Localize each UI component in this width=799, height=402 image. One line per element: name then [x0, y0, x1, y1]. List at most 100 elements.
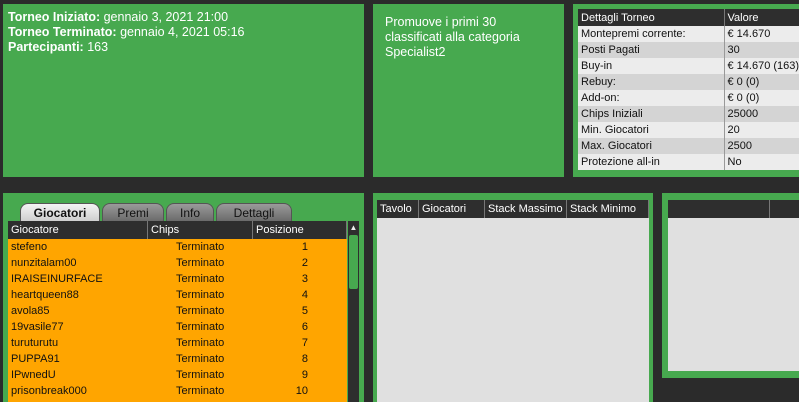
player-chips: Terminato [176, 337, 225, 349]
details-label: Montepremi corrente: [578, 26, 725, 42]
details-value: € 0 (0) [724, 90, 799, 106]
tab-info[interactable]: Info [166, 203, 214, 221]
column-header-player[interactable]: Giocatore [8, 221, 148, 239]
details-row: Rebuy: € 0 (0) [578, 74, 799, 90]
details-value: No [724, 154, 799, 170]
details-label: Rebuy: [578, 74, 725, 90]
scroll-up-arrow-icon[interactable]: ▲ [348, 223, 359, 233]
player-name: turuturutu [11, 337, 59, 349]
column-header-min-stack[interactable]: Stack Minimo [567, 200, 649, 218]
player-position: 6 [301, 321, 308, 333]
details-row: Min. Giocatori 20 [578, 122, 799, 138]
player-chips: Terminato [176, 241, 225, 253]
details-row: Chips Iniziali 25000 [578, 106, 799, 122]
details-label: Max. Giocatori [578, 138, 725, 154]
players-panel: Giocatori Premi Info Dettagli Giocatore … [3, 193, 364, 402]
player-chips: Terminato [176, 257, 225, 269]
scroll-thumb[interactable] [349, 235, 358, 289]
player-row[interactable]: IPwnedU Terminato 9 [8, 367, 347, 383]
tournament-end-line: Torneo Terminato: gennaio 4, 2021 05:16 [8, 25, 245, 39]
player-position: 5 [301, 305, 308, 317]
player-chips: Terminato [176, 353, 225, 365]
tables-table: Tavolo Giocatori Stack Massimo Stack Min… [377, 200, 649, 402]
details-value: 20 [724, 122, 799, 138]
section-divider [0, 180, 799, 192]
player-chips: Terminato [176, 273, 225, 285]
details-value: € 14.670 [724, 26, 799, 42]
promotion-panel: Promuove i primi 30 classificati alla ca… [373, 4, 564, 177]
player-chips: Terminato [176, 369, 225, 381]
details-header-value[interactable]: Valore [724, 9, 799, 26]
details-label: Add-on: [578, 90, 725, 106]
player-chips: Terminato [176, 321, 225, 333]
details-label: Chips Iniziali [578, 106, 725, 122]
tab-dettagli[interactable]: Dettagli [216, 203, 292, 221]
tournament-start-value: gennaio 3, 2021 21:00 [103, 10, 229, 24]
tables-table-header: Tavolo Giocatori Stack Massimo Stack Min… [377, 200, 649, 218]
tab-giocatori[interactable]: Giocatori [20, 203, 100, 221]
details-row: Protezione all-in No [578, 154, 799, 170]
participants-value: 163 [87, 40, 109, 54]
tables-panel: Tavolo Giocatori Stack Massimo Stack Min… [373, 193, 653, 402]
column-header-max-stack[interactable]: Stack Massimo [485, 200, 567, 218]
table-players-header [668, 200, 799, 218]
table-players-panel [662, 193, 799, 378]
player-chips: Terminato [176, 385, 225, 397]
details-value: € 14.670 (163) [724, 58, 799, 74]
player-row[interactable]: 19vasile77 Terminato 6 [8, 319, 347, 335]
player-name: IPwnedU [11, 369, 56, 381]
column-header-players[interactable]: Giocatori [419, 200, 485, 218]
player-position: 4 [301, 289, 308, 301]
player-name: IRAISEINURFACE [11, 273, 103, 285]
player-name: 19vasile77 [11, 321, 64, 333]
details-row: Max. Giocatori 2500 [578, 138, 799, 154]
player-name: prisonbreak000 [11, 385, 87, 397]
player-row[interactable]: heartqueen88 Terminato 4 [8, 287, 347, 303]
details-value: € 0 (0) [724, 74, 799, 90]
player-position: 2 [301, 257, 308, 269]
tournament-start-line: Torneo Iniziato: gennaio 3, 2021 21:00 [8, 10, 229, 24]
players-scrollbar[interactable]: ▲ [348, 221, 359, 402]
player-name: avola85 [11, 305, 50, 317]
tab-premi[interactable]: Premi [102, 203, 164, 221]
player-position: 8 [301, 353, 308, 365]
details-value: 2500 [724, 138, 799, 154]
tournament-details-panel: Dettagli Torneo Valore Montepremi corren… [573, 4, 799, 177]
player-row[interactable]: avola85 Terminato 5 [8, 303, 347, 319]
tournament-end-value: gennaio 4, 2021 05:16 [120, 25, 245, 39]
participants-line: Partecipanti: 163 [8, 40, 109, 54]
player-name: nunzitalam00 [11, 257, 77, 269]
details-value: 30 [724, 42, 799, 58]
details-label: Protezione all-in [578, 154, 725, 170]
details-row: Montepremi corrente: € 14.670 [578, 26, 799, 42]
player-position: 10 [295, 385, 308, 397]
player-row[interactable]: turuturutu Terminato 7 [8, 335, 347, 351]
column-header-chips[interactable]: Chips [148, 221, 253, 239]
details-row: Add-on: € 0 (0) [578, 90, 799, 106]
player-name: stefeno [11, 241, 48, 253]
player-chips: Terminato [176, 289, 225, 301]
details-label: Posti Pagati [578, 42, 725, 58]
table-players-table [668, 200, 799, 371]
promotion-text: Promuove i primi 30 classificati alla ca… [385, 15, 520, 59]
tournament-info-panel: Torneo Iniziato: gennaio 3, 2021 21:00 T… [3, 4, 364, 177]
column-header-position[interactable]: Posizione [253, 221, 347, 239]
player-row[interactable]: stefeno Terminato 1 [8, 239, 347, 255]
player-position: 7 [301, 337, 308, 349]
details-label: Min. Giocatori [578, 122, 725, 138]
player-row[interactable]: IRAISEINURFACE Terminato 3 [8, 271, 347, 287]
details-value: 25000 [724, 106, 799, 122]
player-row[interactable]: nunzitalam00 Terminato 2 [8, 255, 347, 271]
player-row[interactable]: prisonbreak000 Terminato 10 [8, 383, 347, 399]
player-name: PUPPA91 [11, 353, 60, 365]
details-row: Posti Pagati 30 [578, 42, 799, 58]
players-table: Giocatore Chips Posizione stefeno Termina… [8, 221, 347, 402]
details-label: Buy-in [578, 58, 725, 74]
player-row[interactable]: PUPPA91 Terminato 8 [8, 351, 347, 367]
player-chips: Terminato [176, 305, 225, 317]
tab-bar: Giocatori Premi Info Dettagli [20, 203, 294, 221]
player-name: heartqueen88 [11, 289, 79, 301]
details-header-name[interactable]: Dettagli Torneo [578, 9, 725, 26]
column-header-table[interactable]: Tavolo [377, 200, 419, 218]
player-position: 3 [301, 273, 308, 285]
